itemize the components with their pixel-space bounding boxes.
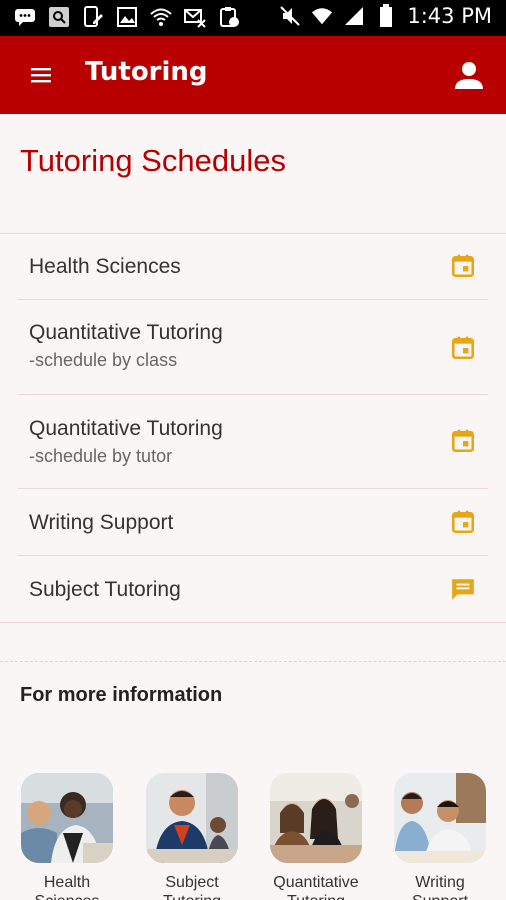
schedule-item-quantitative-by-tutor[interactable]: Quantitative Tutoring -schedule by tutor — [18, 395, 488, 489]
wifi-icon — [150, 6, 172, 28]
mail-x-icon — [184, 6, 206, 28]
tile-label: Writing Support — [412, 874, 468, 900]
schedule-item-label: Subject Tutoring — [29, 578, 181, 601]
person-icon — [455, 62, 483, 89]
calendar-icon — [451, 254, 475, 278]
subject-tutoring-photo — [146, 773, 238, 863]
tile-label: Quantitative Tutoring — [273, 874, 359, 900]
tile-subject-tutoring[interactable]: Subject Tutoring — [146, 773, 238, 900]
tile-label: Health Sciences — [35, 874, 100, 900]
status-time: 1:43 PM — [407, 4, 492, 28]
battery-icon — [375, 4, 397, 27]
tile-writing-support[interactable]: Writing Support — [394, 773, 486, 900]
schedule-item-health-sciences[interactable]: Health Sciences — [18, 234, 488, 300]
schedule-item-subject-tutoring[interactable]: Subject Tutoring — [18, 556, 488, 622]
image-icon — [116, 6, 138, 28]
message-icon — [14, 6, 36, 28]
calendar-icon — [451, 429, 475, 453]
mute-icon — [279, 5, 301, 27]
cell-signal-icon — [343, 5, 365, 27]
wifi-signal-icon — [311, 5, 333, 27]
app-title: Tutoring — [85, 57, 208, 87]
schedule-item-sublabel: -schedule by class — [29, 350, 178, 370]
more-info-heading: For more information — [20, 684, 223, 706]
tile-label: Subject Tutoring — [163, 874, 221, 900]
status-bar: 1:43 PM — [0, 0, 506, 36]
writing-support-photo — [394, 773, 486, 863]
quantitative-tutoring-photo — [270, 773, 362, 863]
schedule-item-label: Writing Support — [29, 511, 174, 534]
page-title: Tutoring Schedules — [20, 143, 286, 178]
schedule-item-quantitative-by-class[interactable]: Quantitative Tutoring -schedule by class — [18, 300, 488, 395]
schedule-item-label: Quantitative Tutoring — [29, 321, 223, 344]
menu-button[interactable] — [24, 58, 58, 92]
schedule-list: Health Sciences Quantitative Tutoring -s… — [0, 234, 506, 622]
divider — [0, 661, 506, 662]
health-sciences-photo — [21, 773, 113, 863]
schedule-item-writing-support[interactable]: Writing Support — [18, 489, 488, 556]
hamburger-menu-icon — [31, 68, 51, 83]
chat-icon — [452, 579, 474, 600]
calendar-icon — [451, 510, 475, 534]
tile-quantitative-tutoring[interactable]: Quantitative Tutoring — [270, 773, 362, 900]
tile-health-sciences[interactable]: Health Sciences — [21, 773, 113, 900]
divider — [0, 622, 506, 623]
calendar-icon — [451, 336, 475, 360]
schedule-item-sublabel: -schedule by tutor — [29, 446, 173, 466]
search-icon — [48, 6, 70, 28]
schedule-item-label: Health Sciences — [29, 255, 181, 278]
phone-edit-icon — [82, 6, 104, 28]
profile-button[interactable] — [452, 58, 486, 92]
info-tiles: Health Sciences Subject Tutoring Quantit… — [0, 773, 506, 900]
app-bar: Tutoring — [0, 36, 506, 114]
clipboard-icon — [218, 6, 240, 28]
schedule-item-label: Quantitative Tutoring — [29, 417, 223, 440]
